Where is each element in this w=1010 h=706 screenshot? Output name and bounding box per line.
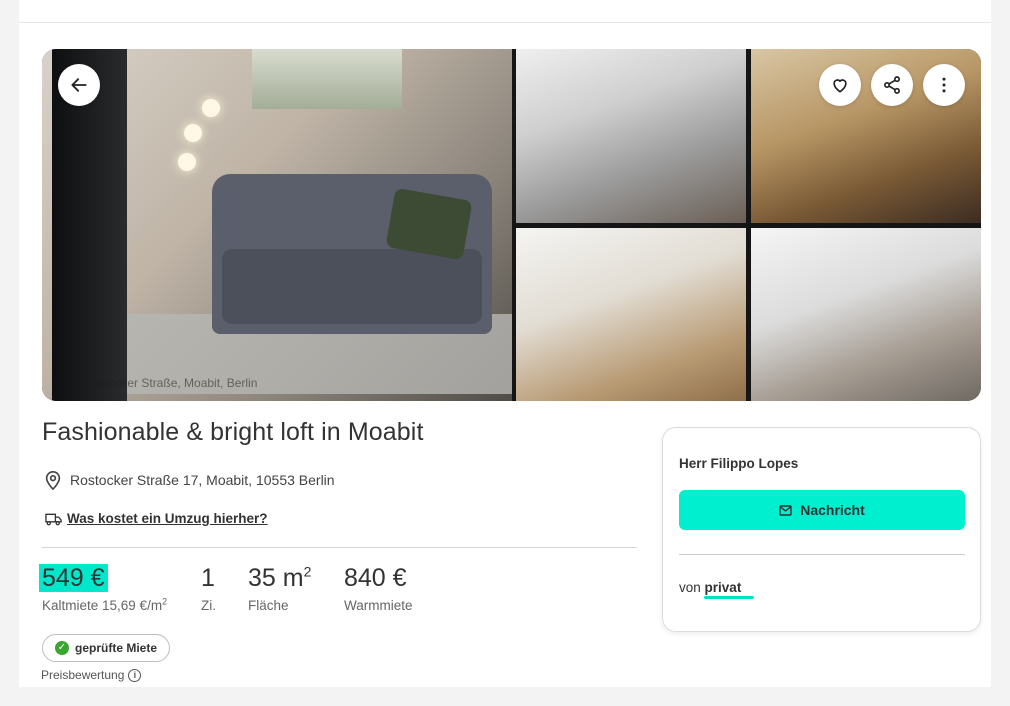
divider <box>679 554 965 555</box>
warm-rent-value: 840 € <box>344 564 407 592</box>
share-button[interactable] <box>871 64 913 106</box>
photo-thumbnail[interactable] <box>516 228 746 401</box>
main-photo[interactable]: Rostocker Straße, Moabit, Berlin <box>42 49 512 401</box>
lamp-light <box>184 124 202 142</box>
stat-warm-rent: 840 € Warmmiete <box>344 562 413 613</box>
share-icon <box>884 76 900 94</box>
moving-cost-link[interactable]: Was kostet ein Umzug hierher? <box>45 511 268 526</box>
price-rating[interactable]: Preisbewertung i <box>41 668 142 682</box>
provider-prefix: von <box>679 580 701 595</box>
rooms-label: Zi. <box>201 598 216 613</box>
address-text: Rostocker Straße 17, Moabit, 10553 Berli… <box>70 472 335 488</box>
listing-title: Fashionable & bright loft in Moabit <box>42 418 424 446</box>
provider-type: von privat <box>679 580 741 595</box>
sofa-seat <box>222 249 482 324</box>
lamp-light <box>178 153 196 171</box>
wall-painting <box>252 49 402 109</box>
verified-rent-text: geprüfte Miete <box>75 641 158 655</box>
cold-rent-label: Kaltmiete 15,69 €/m <box>42 598 163 613</box>
heart-icon <box>833 79 847 93</box>
price-rating-label: Preisbewertung <box>41 668 125 682</box>
stat-cold-rent: 549 € Kaltmiete 15,69 €/m2 <box>39 562 168 613</box>
underline-accent <box>704 596 754 599</box>
photo-thumbnail[interactable] <box>751 228 981 401</box>
header-strip <box>19 0 991 22</box>
address: Rostocker Straße 17, Moabit, 10553 Berli… <box>44 470 335 490</box>
arrow-left-icon <box>71 78 87 92</box>
listing-card: Rostocker Straße, Moabit, Berlin Fashion… <box>19 22 991 687</box>
favorite-button[interactable] <box>819 64 861 106</box>
info-icon[interactable]: i <box>128 668 142 682</box>
back-button[interactable] <box>58 64 100 106</box>
landlord-name: Herr Filippo Lopes <box>679 456 799 471</box>
cold-rent-value: 549 € <box>39 564 108 592</box>
moving-cost-link-text[interactable]: Was kostet ein Umzug hierher? <box>67 511 268 526</box>
area-label: Fläche <box>248 598 289 613</box>
photo-caption: Rostocker Straße, Moabit, Berlin <box>84 376 258 390</box>
photo-gallery[interactable]: Rostocker Straße, Moabit, Berlin <box>42 49 981 401</box>
lamp-light <box>202 99 220 117</box>
more-options-button[interactable] <box>923 64 965 106</box>
area-value-unit: 2 <box>303 563 312 580</box>
area-value: 35 m <box>248 564 304 592</box>
cold-rent-label-unit: 2 <box>162 596 168 607</box>
divider <box>42 547 637 548</box>
contact-panel: Herr Filippo Lopes Nachricht von privat <box>662 427 981 632</box>
stat-rooms: 1 Zi. <box>201 562 216 613</box>
check-icon: ✓ <box>55 641 69 655</box>
message-button[interactable]: Nachricht <box>679 490 965 530</box>
message-button-label: Nachricht <box>800 502 865 518</box>
stat-area: 35 m2 Fläche <box>248 562 311 613</box>
rooms-value: 1 <box>201 564 215 592</box>
verified-rent-badge[interactable]: ✓ geprüfte Miete <box>42 634 171 662</box>
more-vertical-icon <box>942 77 946 93</box>
warm-rent-label: Warmmiete <box>344 598 413 613</box>
truck-icon <box>45 513 62 525</box>
provider-value: privat <box>704 580 742 595</box>
envelope-icon <box>779 504 792 516</box>
photo-thumbnail[interactable] <box>516 49 746 223</box>
location-pin-icon <box>45 471 61 490</box>
